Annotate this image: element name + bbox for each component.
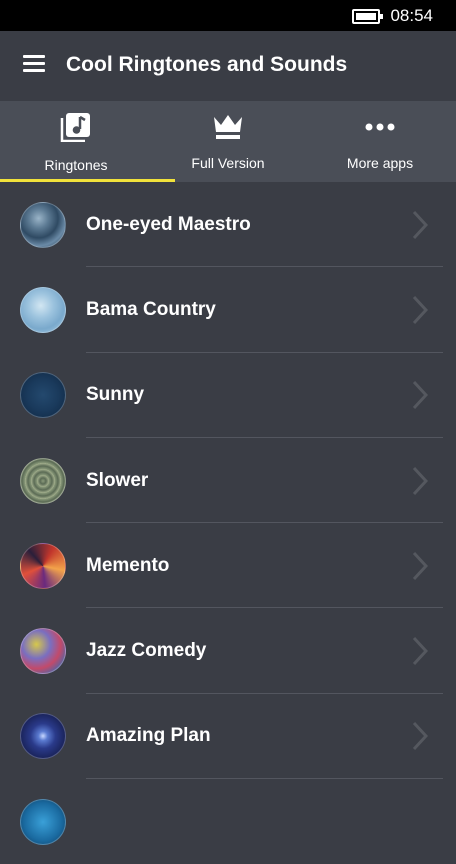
- app-header: Cool Ringtones and Sounds: [0, 31, 456, 101]
- tab-label: Ringtones: [44, 157, 108, 173]
- app-title: Cool Ringtones and Sounds: [66, 53, 348, 76]
- chevron-right-icon: [412, 210, 428, 239]
- clock: 08:54: [390, 6, 433, 25]
- ringtone-thumbnail: [20, 457, 66, 504]
- tab-label: More apps: [346, 155, 414, 171]
- list-item[interactable]: [0, 779, 456, 864]
- list-item[interactable]: Slower: [0, 438, 456, 524]
- list-item[interactable]: Sunny: [0, 353, 456, 438]
- ringtone-thumbnail: [20, 628, 66, 675]
- ringtone-thumbnail: [20, 798, 66, 845]
- ringtone-title: Amazing Plan: [86, 725, 211, 747]
- ringtone-title: One-eyed Maestro: [86, 213, 251, 235]
- music-note-icon: [60, 111, 92, 143]
- ringtone-thumbnail: [20, 372, 66, 419]
- ringtone-title: Bama Country: [86, 298, 216, 320]
- ringtone-thumbnail: [20, 713, 66, 760]
- tab-bar: Ringtones Full Version More apps: [0, 101, 456, 182]
- tab-full-version[interactable]: Full Version: [152, 101, 304, 182]
- tab-more-apps[interactable]: More apps: [304, 101, 456, 182]
- ringtone-title: Slower: [86, 469, 149, 491]
- chevron-right-icon: [412, 381, 428, 410]
- chevron-right-icon: [412, 637, 428, 666]
- chevron-right-icon: [412, 551, 428, 580]
- hamburger-menu-icon[interactable]: [23, 55, 45, 72]
- tab-label: Full Version: [191, 155, 265, 171]
- chevron-right-icon: [412, 295, 428, 324]
- list-item[interactable]: Jazz Comedy: [0, 608, 456, 694]
- ringtone-list: One-eyed Maestro Bama Country Sunny Slow…: [0, 182, 456, 864]
- chevron-right-icon: [412, 722, 428, 751]
- battery-icon: [352, 9, 383, 24]
- status-bar: 08:54: [0, 0, 456, 31]
- list-item[interactable]: Amazing Plan: [0, 694, 456, 780]
- crown-icon: [213, 111, 243, 143]
- ringtone-title: Jazz Comedy: [86, 640, 207, 662]
- ringtone-title: Sunny: [86, 384, 145, 406]
- list-item[interactable]: Memento: [0, 523, 456, 609]
- ringtone-title: Memento: [86, 554, 170, 576]
- tab-ringtones[interactable]: Ringtones: [0, 101, 152, 182]
- ringtone-thumbnail: [20, 286, 66, 333]
- ringtone-thumbnail: [20, 201, 66, 248]
- chevron-right-icon: [412, 466, 428, 495]
- list-item[interactable]: One-eyed Maestro: [0, 182, 456, 268]
- more-dots-icon: [364, 111, 396, 143]
- list-item[interactable]: Bama Country: [0, 267, 456, 353]
- ringtone-thumbnail: [20, 542, 66, 589]
